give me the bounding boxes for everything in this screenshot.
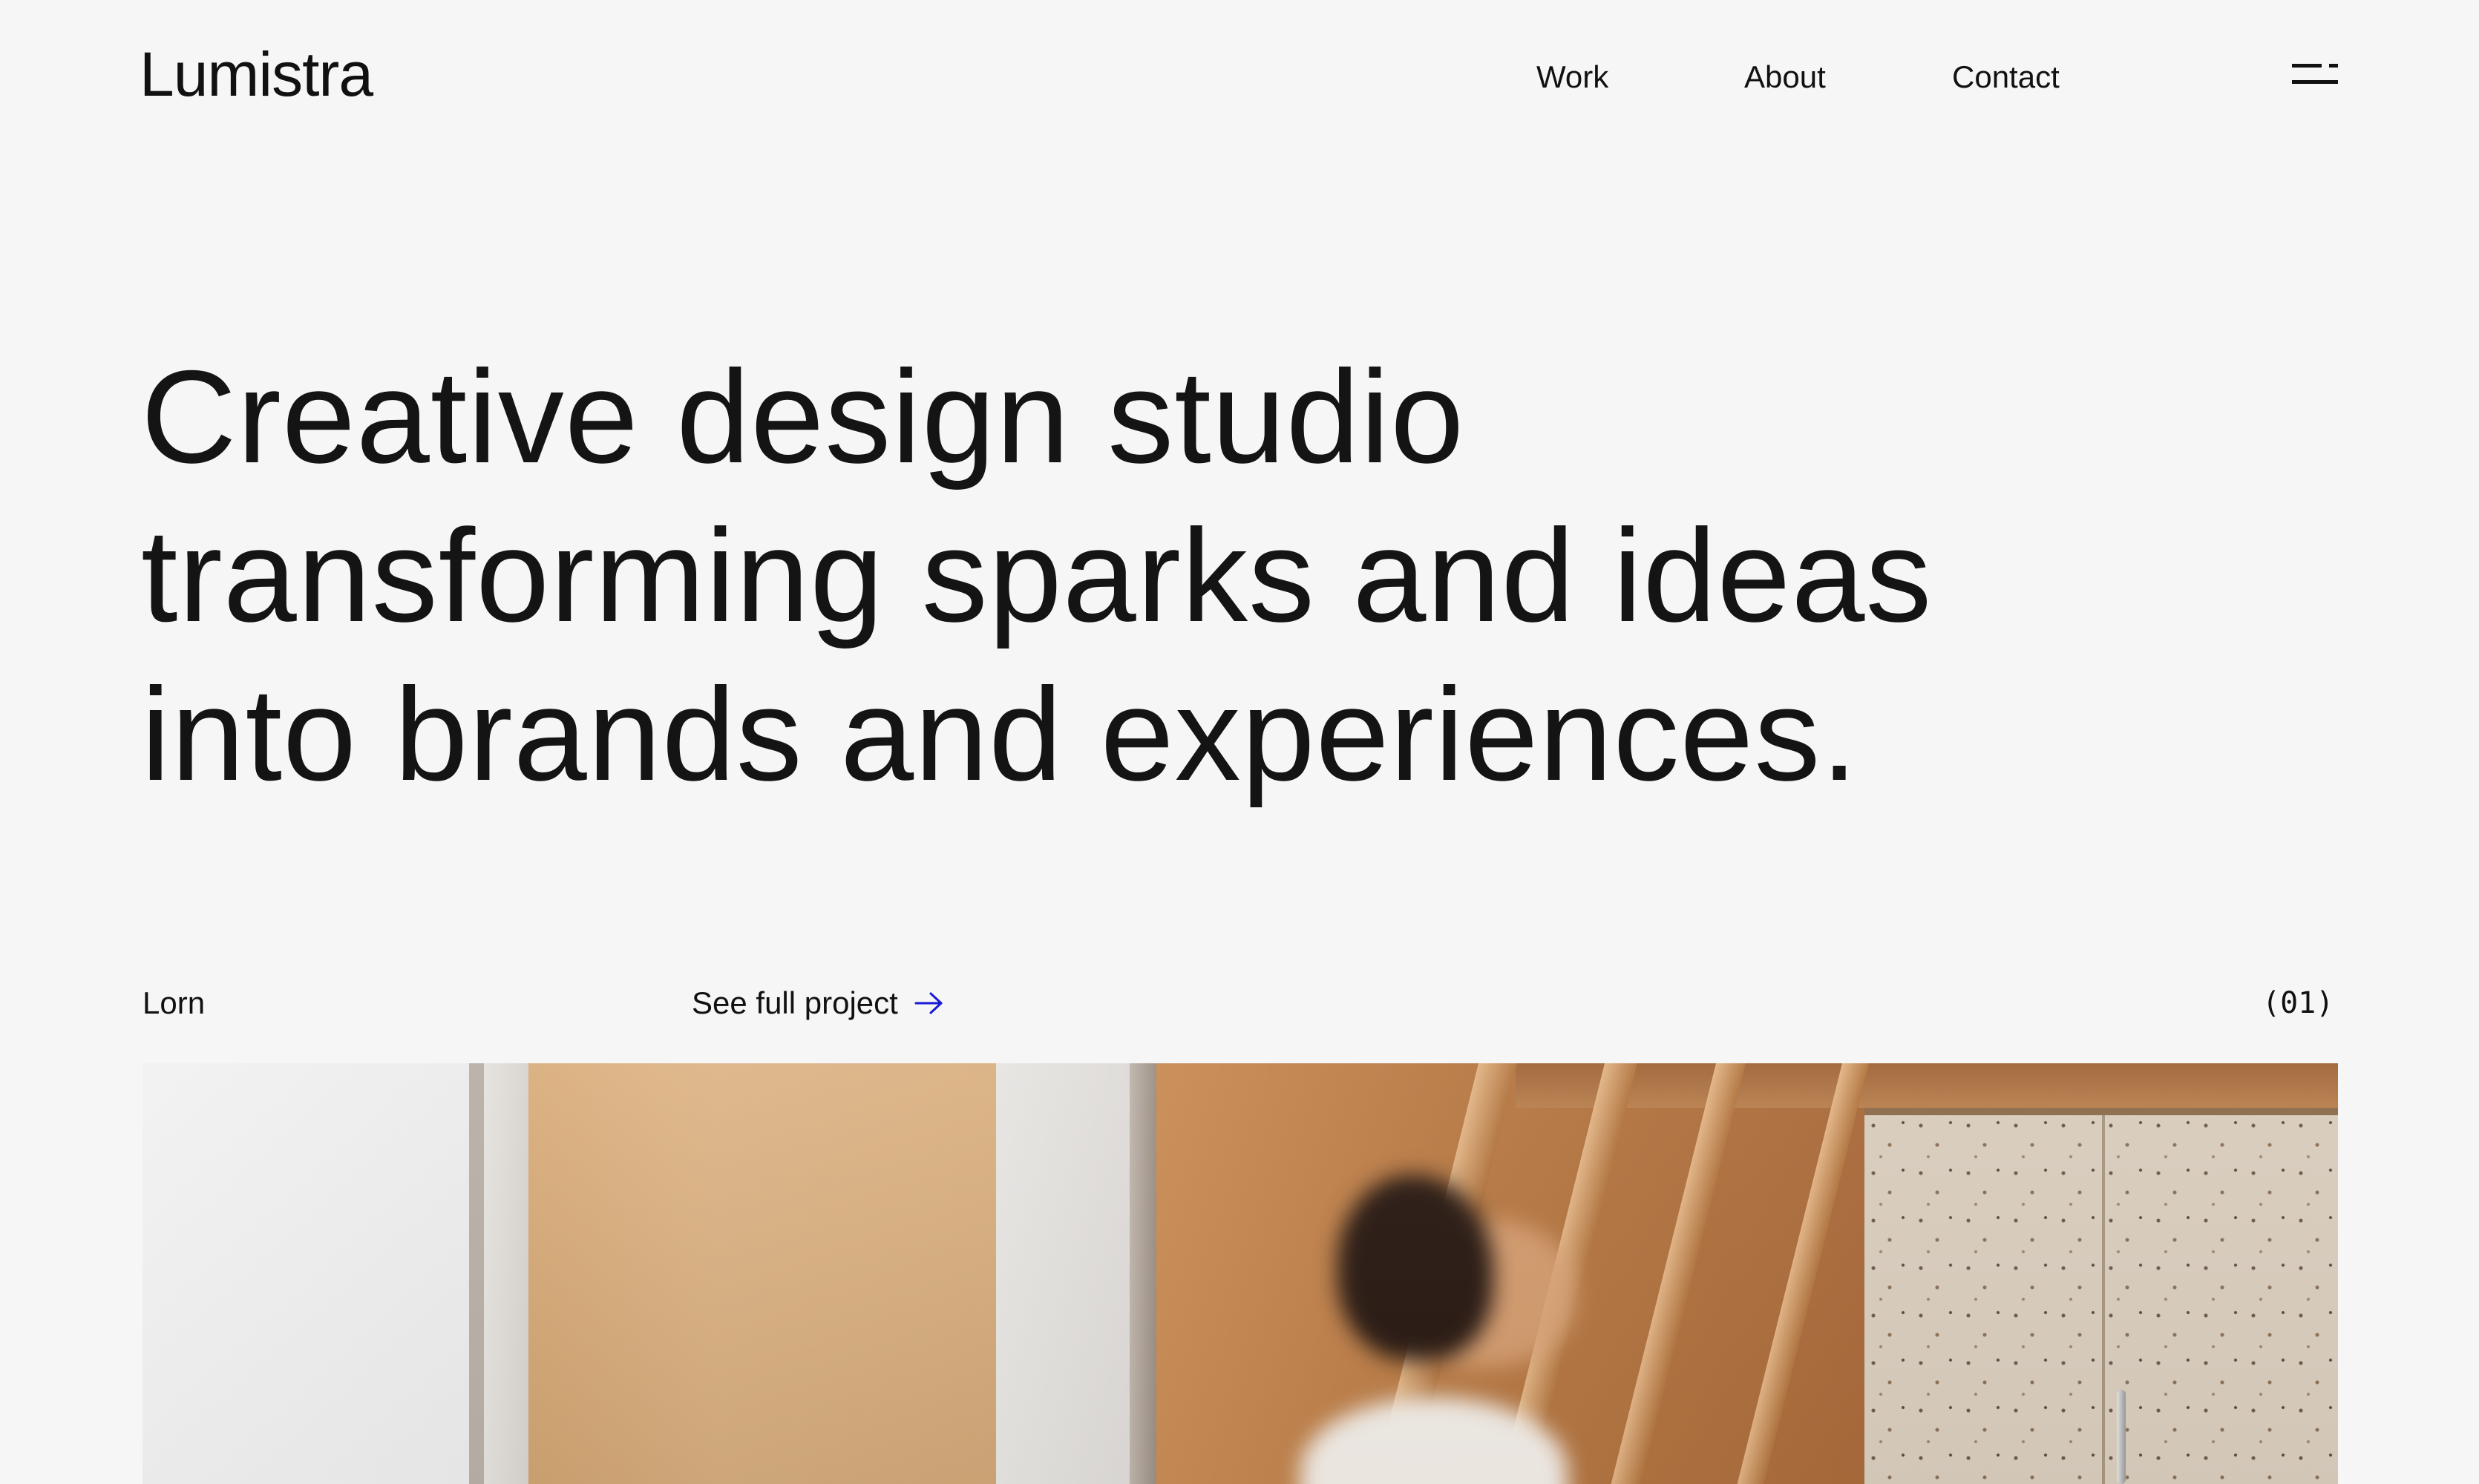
image-cabinet-split — [2102, 1115, 2105, 1484]
arrow-right-icon — [914, 992, 943, 1014]
menu-icon-line — [2292, 80, 2338, 84]
nav-link-contact[interactable]: Contact — [1952, 55, 2060, 99]
project-name: Lorn — [143, 985, 206, 1020]
image-cabinet-handle — [2117, 1390, 2126, 1484]
project-meta: Lorn See full project (01) — [0, 981, 2479, 1025]
logo[interactable]: Lumistra — [140, 37, 373, 111]
image-wall — [143, 1063, 469, 1484]
site-header: Lumistra Work About Contact — [0, 0, 2479, 148]
image-terrazzo-cabinet — [1864, 1115, 2338, 1484]
image-frame — [469, 1063, 484, 1484]
page: Lumistra Work About Contact Creative des… — [0, 0, 2479, 1484]
hero-headline: Creative design studio transforming spar… — [141, 338, 2145, 814]
project-index: (01) — [2262, 986, 2334, 1020]
see-full-project-link[interactable]: See full project — [692, 981, 944, 1025]
image-blurred-person — [1256, 1175, 1671, 1484]
hero-line: into brands and experiences. — [141, 660, 1859, 808]
hero-line: Creative design studio — [141, 343, 1465, 490]
nav-link-about[interactable]: About — [1744, 55, 1826, 99]
image-person-hair — [1337, 1175, 1493, 1360]
menu-icon-dot — [2329, 64, 2338, 68]
hero: Creative design studio transforming spar… — [141, 338, 2145, 814]
see-full-project-label: See full project — [692, 985, 898, 1020]
menu-button[interactable] — [2292, 62, 2339, 89]
nav-link-work[interactable]: Work — [1536, 55, 1608, 99]
image-frame — [1130, 1063, 1156, 1484]
hero-line: transforming sparks and ideas — [141, 502, 1933, 649]
menu-icon — [2292, 64, 2322, 68]
project-image[interactable] — [143, 1063, 2338, 1484]
image-shelf — [1516, 1063, 2338, 1108]
image-wood-panel — [528, 1063, 996, 1484]
image-person-shirt — [1300, 1397, 1568, 1484]
image-frame — [484, 1063, 528, 1484]
